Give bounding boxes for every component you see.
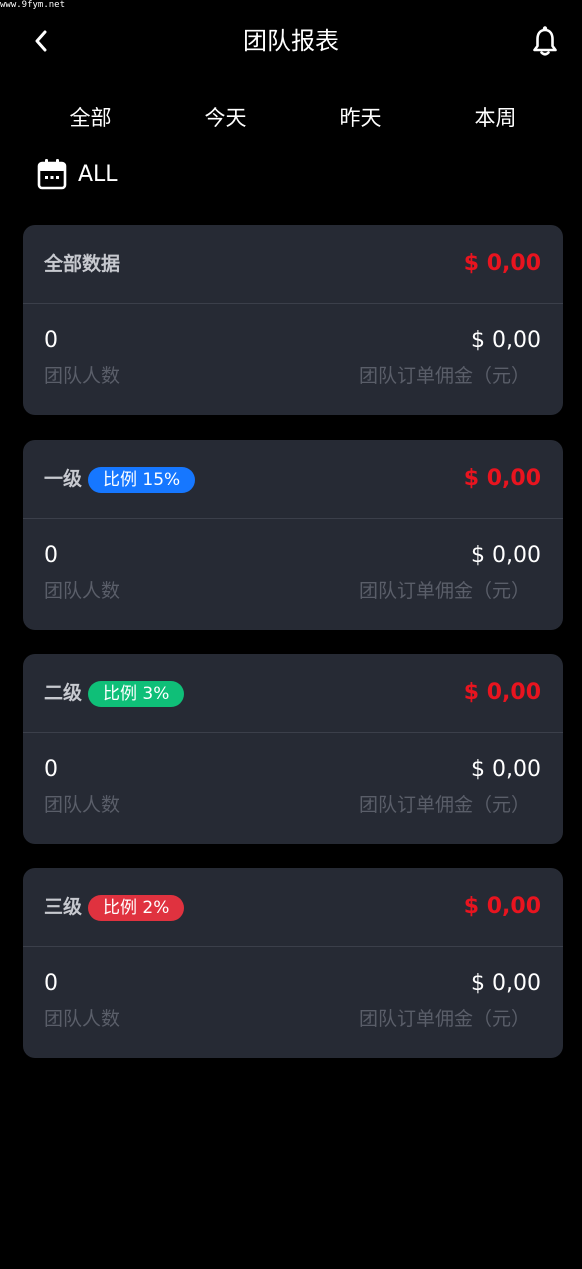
summary-card-level-2: 二级 比例 3% $ 0,00 0 团队人数 $ 0,00 团队订单佣金（元） (23, 654, 563, 844)
card-body: 0 团队人数 $ 0,00 团队订单佣金（元） (23, 733, 563, 844)
tab-all[interactable]: 全部 (23, 100, 158, 136)
commission-label: 团队订单佣金（元） (358, 794, 530, 816)
summary-card-level-1: 一级 比例 15% $ 0,00 0 团队人数 $ 0,00 团队订单佣金（元） (23, 440, 563, 630)
members-label: 团队人数 (44, 365, 121, 387)
card-body: 0 团队人数 $ 0,00 团队订单佣金（元） (23, 304, 563, 415)
ratio-badge: 比例 2% (88, 895, 185, 921)
members-value: 0 (44, 757, 58, 782)
members-label: 团队人数 (44, 794, 121, 816)
members-label: 团队人数 (44, 580, 121, 602)
members-value: 0 (44, 543, 58, 568)
card-total: $ 0,00 (463, 251, 541, 276)
tab-yesterday[interactable]: 昨天 (293, 100, 428, 136)
card-header: 全部数据 $ 0,00 (23, 225, 563, 304)
card-header: 三级 比例 2% $ 0,00 (23, 868, 563, 947)
commission-label: 团队订单佣金（元） (358, 1008, 530, 1030)
commission-value: $ 0,00 (471, 757, 541, 782)
card-title: 二级 (44, 682, 83, 704)
card-title: 全部数据 (44, 253, 121, 275)
card-body: 0 团队人数 $ 0,00 团队订单佣金（元） (23, 519, 563, 630)
card-title: 一级 (44, 468, 83, 490)
date-filter[interactable]: ALL (37, 157, 118, 191)
summary-card-all: 全部数据 $ 0,00 0 团队人数 $ 0,00 团队订单佣金（元） (23, 225, 563, 415)
card-total: $ 0,00 (463, 680, 541, 705)
card-total: $ 0,00 (463, 894, 541, 919)
card-header: 一级 比例 15% $ 0,00 (23, 440, 563, 519)
card-title: 三级 (44, 896, 83, 918)
commission-label: 团队订单佣金（元） (358, 580, 530, 602)
period-tabs: 全部 今天 昨天 本周 (23, 100, 563, 136)
watermark: www.9fym.net (0, 0, 66, 10)
commission-value: $ 0,00 (471, 543, 541, 568)
commission-value: $ 0,00 (471, 971, 541, 996)
members-value: 0 (44, 328, 58, 353)
summary-card-level-3: 三级 比例 2% $ 0,00 0 团队人数 $ 0,00 团队订单佣金（元） (23, 868, 563, 1058)
members-label: 团队人数 (44, 1008, 121, 1030)
card-header: 二级 比例 3% $ 0,00 (23, 654, 563, 733)
card-body: 0 团队人数 $ 0,00 团队订单佣金（元） (23, 947, 563, 1058)
card-total: $ 0,00 (463, 466, 541, 491)
tab-this-week[interactable]: 本周 (428, 100, 563, 136)
bell-icon (533, 26, 557, 56)
ratio-badge: 比例 3% (88, 681, 185, 707)
date-filter-label: ALL (78, 161, 118, 187)
top-bar: 团队报表 (0, 12, 582, 70)
ratio-badge: 比例 15% (88, 467, 196, 493)
tab-today[interactable]: 今天 (158, 100, 293, 136)
calendar-icon (37, 159, 67, 190)
commission-label: 团队订单佣金（元） (358, 365, 530, 387)
members-value: 0 (44, 971, 58, 996)
notifications-button[interactable] (530, 24, 560, 58)
page-title: 团队报表 (243, 27, 339, 55)
commission-value: $ 0,00 (471, 328, 541, 353)
